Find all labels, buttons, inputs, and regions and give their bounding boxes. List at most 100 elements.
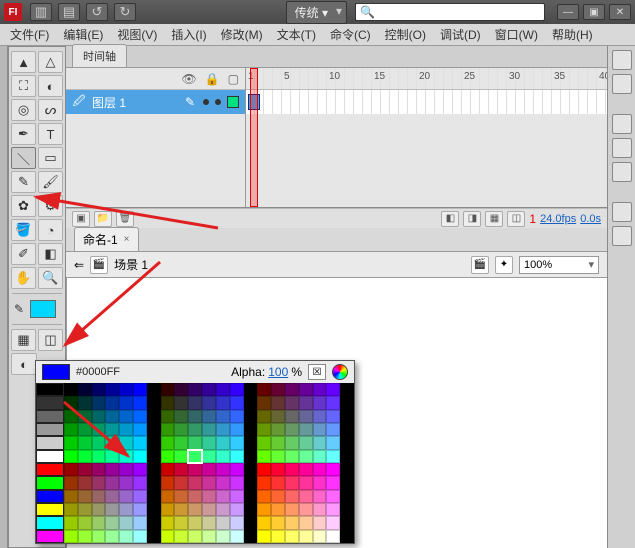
gray-swatch[interactable] xyxy=(36,503,64,516)
color-swatch[interactable] xyxy=(202,490,216,503)
line-tool[interactable]: ＼ xyxy=(11,147,36,169)
color-swatch[interactable] xyxy=(92,396,106,409)
color-swatch[interactable] xyxy=(230,503,244,516)
color-swatch[interactable] xyxy=(64,516,78,529)
color-swatch[interactable] xyxy=(78,463,92,476)
color-swatch[interactable] xyxy=(105,503,119,516)
color-swatch[interactable] xyxy=(78,450,92,463)
edit-scene-button[interactable]: 🎬 xyxy=(471,256,489,274)
color-swatch[interactable] xyxy=(271,516,285,529)
color-swatch[interactable] xyxy=(202,463,216,476)
alpha-value[interactable]: 100 xyxy=(268,365,288,379)
color-swatch[interactable] xyxy=(105,463,119,476)
color-swatch[interactable] xyxy=(299,383,313,396)
color-swatch[interactable] xyxy=(257,450,271,463)
color-swatch[interactable] xyxy=(133,383,147,396)
color-swatch[interactable] xyxy=(244,490,258,503)
color-swatch[interactable] xyxy=(133,530,147,543)
color-swatch[interactable] xyxy=(326,463,340,476)
color-swatch[interactable] xyxy=(64,503,78,516)
title-icon-3[interactable]: ↺ xyxy=(86,3,108,21)
gray-swatch[interactable] xyxy=(36,463,64,476)
eraser-tool[interactable]: ◧ xyxy=(38,243,63,265)
lasso-tool-2[interactable]: ᔕ xyxy=(38,99,63,121)
color-swatch[interactable] xyxy=(133,396,147,409)
color-swatch[interactable] xyxy=(188,490,202,503)
hex-value[interactable]: #0000FF xyxy=(76,366,120,378)
color-wheel-button[interactable] xyxy=(332,364,348,380)
panel-icon-1[interactable] xyxy=(612,50,632,70)
bone-tool[interactable]: ⚙ xyxy=(38,195,63,217)
3d-rotate-tool[interactable]: ◎ xyxy=(11,99,36,121)
color-swatch[interactable] xyxy=(174,530,188,543)
color-swatch[interactable] xyxy=(202,450,216,463)
color-swatch[interactable] xyxy=(92,436,106,449)
time-display[interactable]: 0.0s xyxy=(580,213,601,225)
color-swatch[interactable] xyxy=(133,463,147,476)
brush-tool[interactable]: 🖌 xyxy=(38,171,63,193)
stroke-swatch[interactable] xyxy=(30,300,56,318)
color-swatch[interactable] xyxy=(64,423,78,436)
search-input[interactable]: 🔍 xyxy=(355,3,545,21)
color-swatch[interactable] xyxy=(340,383,354,396)
zoom-tool[interactable]: 🔍 xyxy=(38,267,63,289)
color-swatch[interactable] xyxy=(271,490,285,503)
color-swatch[interactable] xyxy=(188,436,202,449)
title-icon-4[interactable]: ↻ xyxy=(114,3,136,21)
title-icon-2[interactable]: ▤ xyxy=(58,3,80,21)
color-swatch[interactable] xyxy=(174,383,188,396)
color-swatch[interactable] xyxy=(92,490,106,503)
menu-debug[interactable]: 调试(D) xyxy=(440,26,481,43)
color-swatch[interactable] xyxy=(271,410,285,423)
gray-swatch[interactable] xyxy=(36,476,64,489)
new-folder-button[interactable]: 📁 xyxy=(94,211,112,227)
color-swatch[interactable] xyxy=(64,383,78,396)
color-swatch[interactable] xyxy=(64,463,78,476)
color-swatch[interactable] xyxy=(202,396,216,409)
color-swatch[interactable] xyxy=(216,436,230,449)
fps-display[interactable]: 24.0fps xyxy=(540,213,576,225)
menu-view[interactable]: 视图(V) xyxy=(117,26,157,43)
panel-icon-4[interactable] xyxy=(612,138,632,158)
panel-icon-5[interactable] xyxy=(612,162,632,182)
color-swatch[interactable] xyxy=(92,530,106,543)
color-swatch[interactable] xyxy=(257,383,271,396)
timeline-tab[interactable]: 时间轴 xyxy=(72,44,127,67)
color-swatch[interactable] xyxy=(105,423,119,436)
menu-file[interactable]: 文件(F) xyxy=(10,26,49,43)
menu-insert[interactable]: 插入(I) xyxy=(171,26,206,43)
color-swatch[interactable] xyxy=(216,503,230,516)
gray-swatch[interactable] xyxy=(36,396,64,409)
color-swatch[interactable] xyxy=(188,503,202,516)
color-swatch[interactable] xyxy=(257,410,271,423)
color-swatch[interactable] xyxy=(105,516,119,529)
color-swatch[interactable] xyxy=(216,423,230,436)
color-swatch[interactable] xyxy=(174,490,188,503)
color-swatch[interactable] xyxy=(105,383,119,396)
panel-icon-7[interactable] xyxy=(612,226,632,246)
color-swatch[interactable] xyxy=(202,530,216,543)
color-swatch[interactable] xyxy=(202,516,216,529)
color-swatch[interactable] xyxy=(119,490,133,503)
color-swatch[interactable] xyxy=(299,530,313,543)
color-swatch[interactable] xyxy=(285,476,299,489)
color-swatch[interactable] xyxy=(285,396,299,409)
color-swatch[interactable] xyxy=(313,410,327,423)
ink-bottle-tool[interactable]: ◔ xyxy=(38,219,63,241)
modify-markers-button[interactable]: ◫ xyxy=(507,211,525,227)
color-swatch[interactable] xyxy=(133,503,147,516)
color-swatch[interactable] xyxy=(133,516,147,529)
color-swatch[interactable] xyxy=(326,450,340,463)
color-grid[interactable] xyxy=(64,383,354,543)
color-swatch[interactable] xyxy=(147,490,161,503)
color-swatch[interactable] xyxy=(161,476,175,489)
gray-swatch[interactable] xyxy=(36,450,64,463)
color-swatch[interactable] xyxy=(78,516,92,529)
color-swatch[interactable] xyxy=(133,436,147,449)
minimize-button[interactable]: — xyxy=(557,4,579,20)
color-swatch[interactable] xyxy=(244,383,258,396)
color-swatch[interactable] xyxy=(285,383,299,396)
color-swatch[interactable] xyxy=(92,383,106,396)
new-layer-button[interactable]: ▣ xyxy=(72,211,90,227)
color-swatch[interactable] xyxy=(105,476,119,489)
